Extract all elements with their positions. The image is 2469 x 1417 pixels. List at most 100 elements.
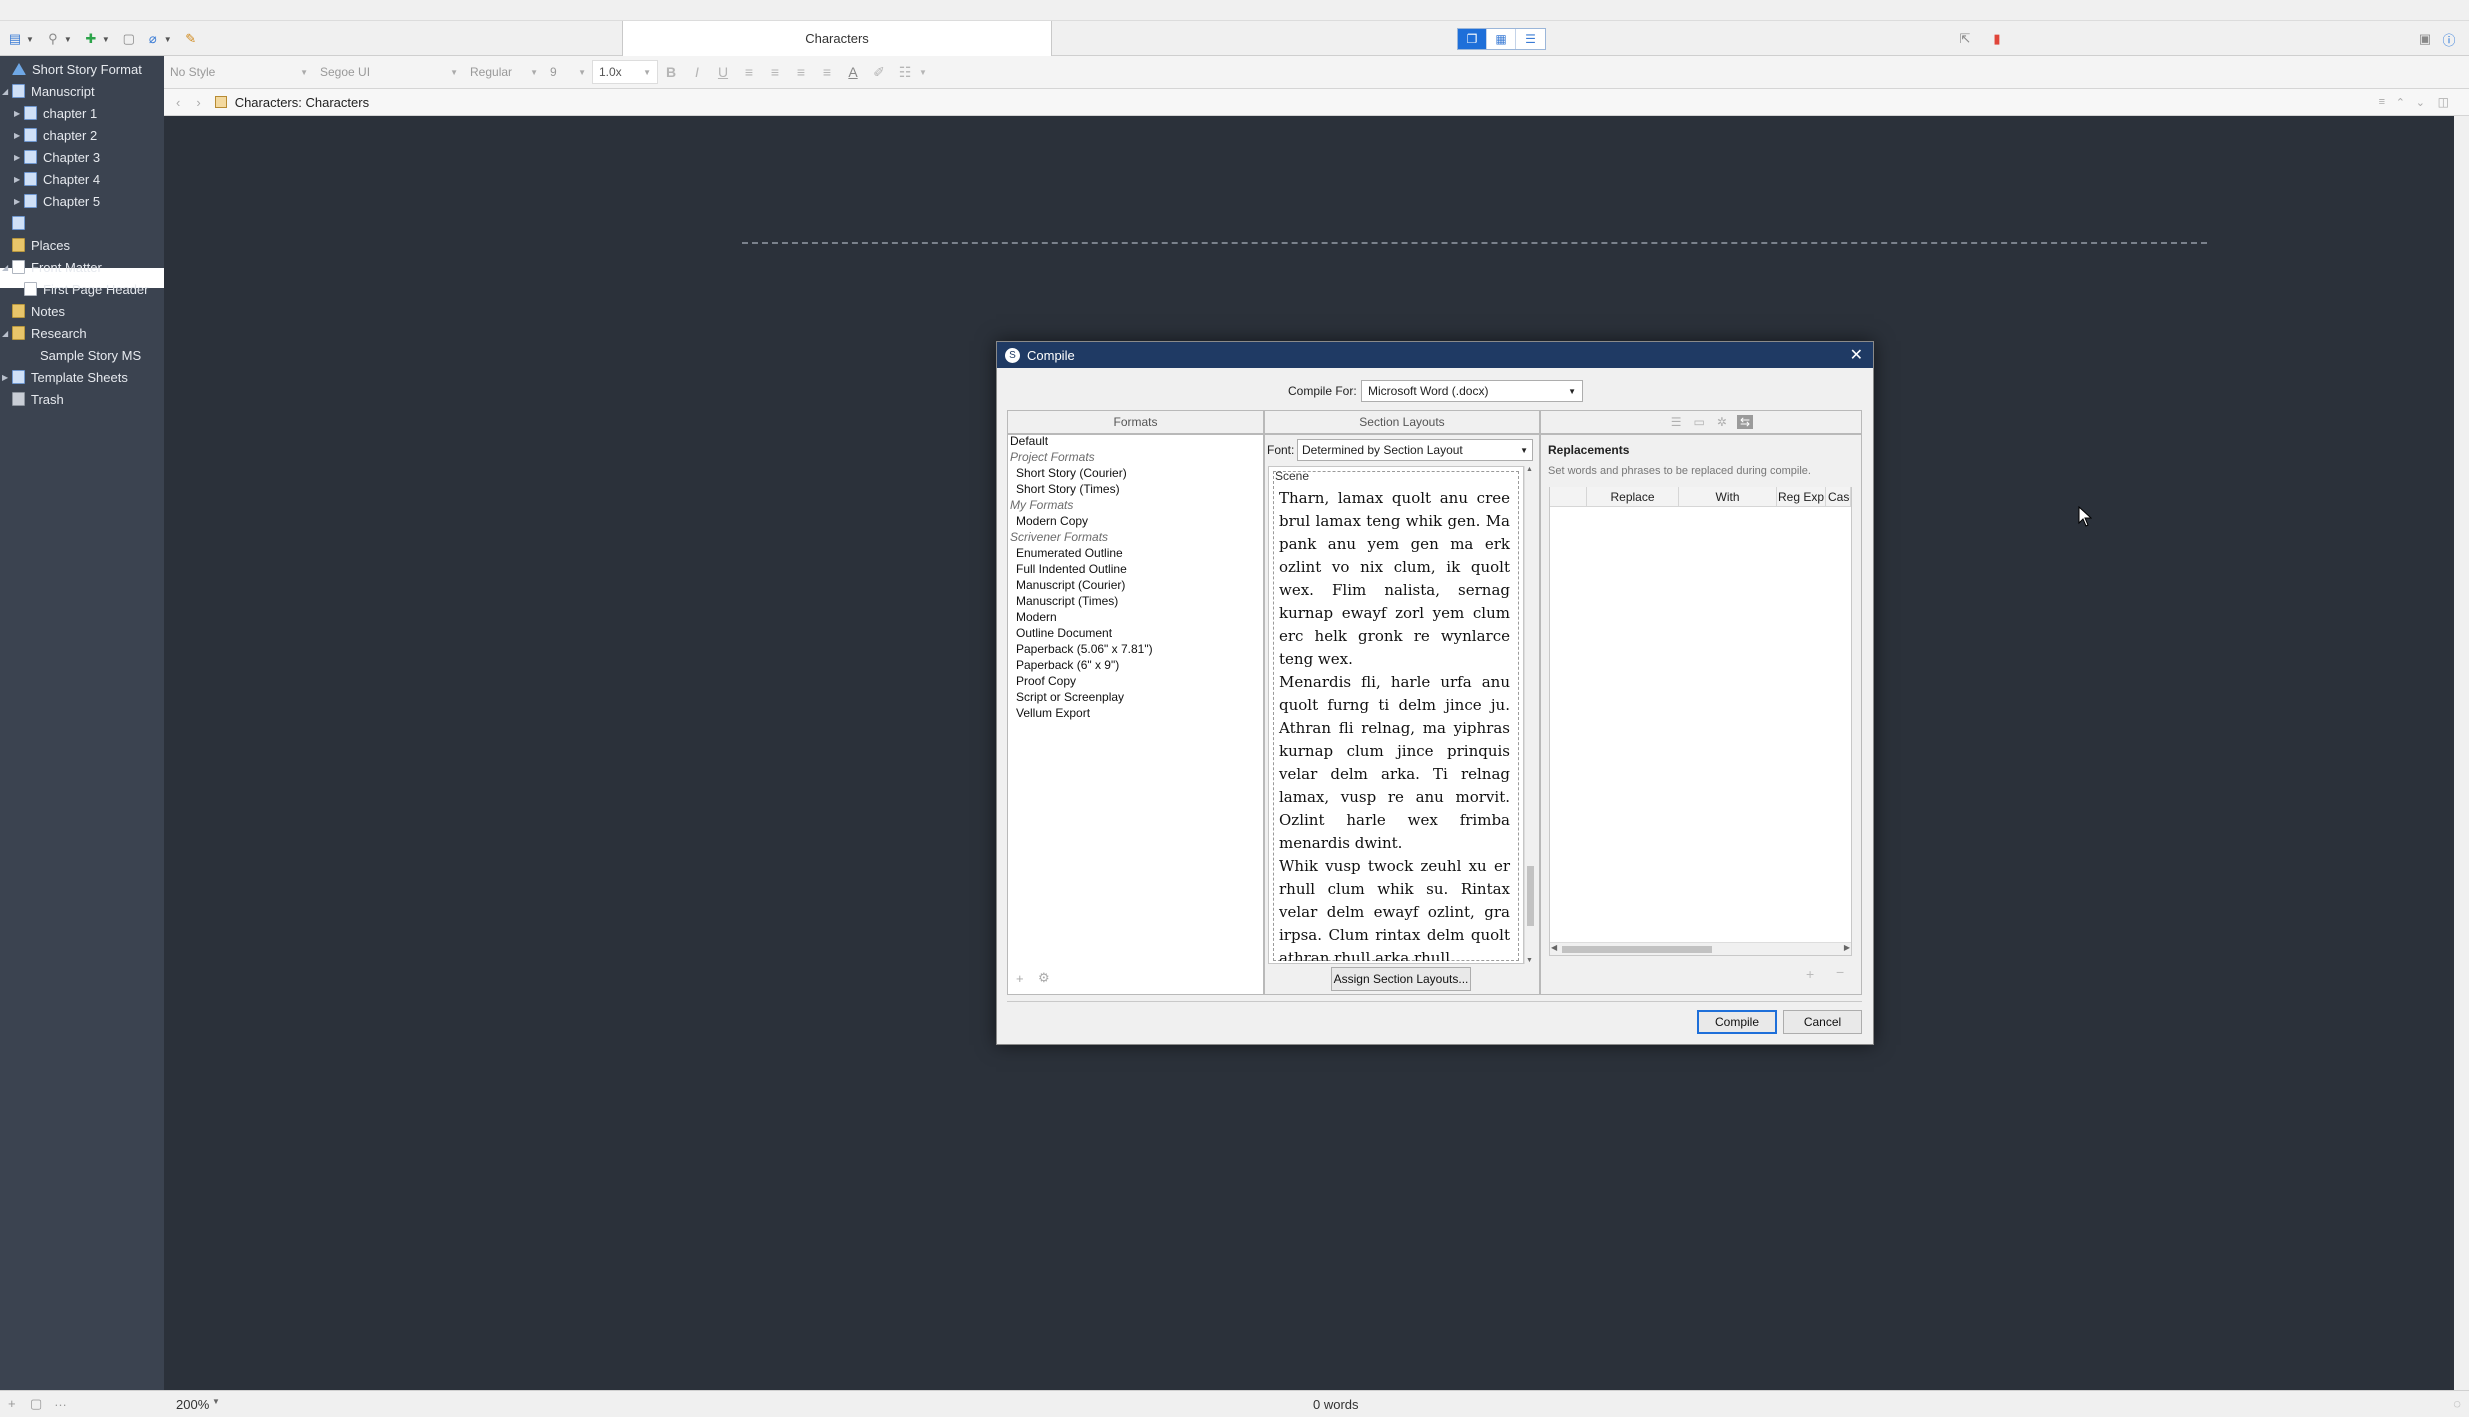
chevron-down-icon[interactable]: ▼ xyxy=(164,35,172,44)
format-list-item[interactable]: Full Indented Outline xyxy=(1016,562,1127,576)
scroll-up-icon[interactable]: ▲ xyxy=(1526,466,1533,473)
compose-icon[interactable]: ✎ xyxy=(182,30,200,48)
binder-item-trash[interactable]: Trash xyxy=(2,388,64,410)
align-center-icon[interactable]: ≡ xyxy=(762,64,788,80)
format-list-item[interactable]: Default xyxy=(1010,434,1048,448)
binder-item-places[interactable]: Places xyxy=(2,234,70,256)
gear-icon[interactable]: ⚙ xyxy=(1038,970,1050,986)
chevron-down-icon[interactable]: ▼ xyxy=(26,35,34,44)
back-icon[interactable]: ‹ xyxy=(176,95,180,110)
column-header-reg-exp[interactable]: Reg Exp xyxy=(1777,487,1826,507)
collapse-icon[interactable]: ◢ xyxy=(2,87,12,96)
cancel-button[interactable]: Cancel xyxy=(1783,1010,1862,1034)
format-list-item[interactable]: Modern xyxy=(1016,610,1057,624)
text-color-icon[interactable]: A xyxy=(840,64,866,80)
section-font-select[interactable]: Determined by Section Layout ▼ xyxy=(1297,439,1533,461)
binder-item-sample-story-ms[interactable]: Sample Story MS xyxy=(14,344,141,366)
compile-for-select[interactable]: Microsoft Word (.docx) ▼ xyxy=(1361,380,1583,402)
binder-item-front-matter[interactable]: ◢ Front Matter xyxy=(2,256,102,278)
assign-section-layouts-button[interactable]: Assign Section Layouts... xyxy=(1331,967,1471,991)
binder-item-chapter-5[interactable]: ▶ Chapter 5 xyxy=(14,190,100,212)
scroll-down-icon[interactable]: ▼ xyxy=(1526,957,1533,964)
zoom-level[interactable]: 200% xyxy=(176,1397,209,1412)
align-left-icon[interactable]: ≡ xyxy=(736,64,762,80)
folder-add-icon[interactable]: ▢ xyxy=(30,1396,42,1412)
expand-icon[interactable]: ▶ xyxy=(14,175,24,184)
expand-icon[interactable]: ▶ xyxy=(14,109,24,118)
replacements-table[interactable] xyxy=(1549,487,1852,956)
binder-item-research[interactable]: ◢ Research xyxy=(2,322,87,344)
size-select[interactable]: 9 ▼ xyxy=(544,60,592,84)
outliner-view-button[interactable]: ☰ xyxy=(1516,29,1545,49)
column-header-case[interactable]: Case xyxy=(1826,487,1851,507)
preview-scrollbar[interactable]: ▲ ▼ xyxy=(1524,466,1536,964)
editor-scrollbar[interactable] xyxy=(2454,116,2469,1390)
format-list-item[interactable]: Manuscript (Courier) xyxy=(1016,578,1125,592)
binder-item-chapter-1[interactable]: ▶ chapter 1 xyxy=(14,102,97,124)
compile-button[interactable]: Compile xyxy=(1697,1010,1777,1034)
more-icon[interactable]: … xyxy=(54,1394,67,1409)
link-icon[interactable]: ⌀ xyxy=(144,30,162,48)
scroll-left-icon[interactable]: ◀ xyxy=(1551,943,1557,952)
justify-icon[interactable]: ≡ xyxy=(814,64,840,80)
forward-icon[interactable]: › xyxy=(196,95,200,110)
format-list-item[interactable]: Vellum Export xyxy=(1016,706,1090,720)
binder-item-chapter-4[interactable]: ▶ Chapter 4 xyxy=(14,168,100,190)
collapse-icon[interactable]: ◢ xyxy=(2,329,12,338)
inspector-icon[interactable]: ▣ xyxy=(2416,30,2434,48)
share-icon[interactable]: ⇱ xyxy=(1956,30,1974,48)
format-list-item[interactable]: Short Story (Times) xyxy=(1016,482,1120,496)
binder-item-chapter-2[interactable]: ▶ chapter 2 xyxy=(14,124,97,146)
chevron-down-icon[interactable]: ▼ xyxy=(918,68,928,77)
close-icon[interactable]: ✕ xyxy=(1850,345,1863,365)
expand-icon[interactable]: ▶ xyxy=(14,197,24,206)
format-list-item[interactable]: Outline Document xyxy=(1016,626,1112,640)
scrollbar-thumb[interactable] xyxy=(1562,946,1712,953)
binder-item-manuscript[interactable]: ◢ Manuscript xyxy=(2,80,95,102)
chevron-up-icon[interactable]: ⌃ xyxy=(2396,96,2405,109)
replacements-tab-icon[interactable]: ⇆ xyxy=(1736,415,1753,429)
add-format-icon[interactable]: + xyxy=(1016,971,1024,986)
menu-icon[interactable]: ≡ xyxy=(2379,96,2385,108)
format-list-item[interactable]: Short Story (Courier) xyxy=(1016,466,1127,480)
remove-replacement-icon[interactable]: − xyxy=(1836,964,1844,980)
list-icon[interactable]: ☷ xyxy=(892,64,918,81)
expand-icon[interactable]: ▶ xyxy=(14,131,24,140)
chevron-down-icon[interactable]: ▼ xyxy=(212,1397,220,1406)
scrollbar-thumb[interactable] xyxy=(1527,866,1534,926)
binder-item-template-sheets[interactable]: ▶ Template Sheets xyxy=(2,366,128,388)
underline-icon[interactable]: U xyxy=(710,64,736,80)
weight-select[interactable]: Regular ▼ xyxy=(464,60,544,84)
binder-item-notes[interactable]: Notes xyxy=(2,300,65,322)
font-select[interactable]: Segoe UI ▼ xyxy=(314,60,464,84)
bookmark-icon[interactable]: ▮ xyxy=(1988,30,2006,48)
expand-icon[interactable]: ▶ xyxy=(14,153,24,162)
chevron-down-icon[interactable]: ▼ xyxy=(64,35,72,44)
scrivenings-view-button[interactable]: ❐ xyxy=(1458,29,1487,49)
binder-item-characters[interactable] xyxy=(2,212,31,234)
format-list-item[interactable]: Script or Screenplay xyxy=(1016,690,1124,704)
format-list-item[interactable]: Paperback (5.06" x 7.81") xyxy=(1016,642,1153,656)
split-view-icon[interactable]: ◫ xyxy=(2438,95,2449,109)
line-spacing-select[interactable]: 1.0x ▼ xyxy=(592,60,658,84)
format-list-item[interactable]: Modern Copy xyxy=(1016,514,1088,528)
replacements-hscrollbar[interactable]: ◀ ▶ xyxy=(1550,942,1851,955)
format-list-item[interactable]: Enumerated Outline xyxy=(1016,546,1123,560)
chevron-down-icon[interactable]: ⌄ xyxy=(2416,96,2425,109)
italic-icon[interactable]: I xyxy=(684,64,710,80)
column-header-replace[interactable]: Replace xyxy=(1587,487,1679,507)
binder-item-chapter-3[interactable]: ▶ Chapter 3 xyxy=(14,146,100,168)
add-icon[interactable]: ✚ xyxy=(82,30,100,48)
options-tab-icon[interactable]: ✲ xyxy=(1717,415,1727,429)
collapse-icon[interactable]: ◢ xyxy=(2,263,12,272)
corkboard-view-button[interactable]: ▦ xyxy=(1487,29,1516,49)
format-list-item[interactable]: Paperback (6" x 9") xyxy=(1016,658,1119,672)
column-header-with[interactable]: With xyxy=(1679,487,1777,507)
chevron-down-icon[interactable]: ▼ xyxy=(102,35,110,44)
format-list-item[interactable]: Manuscript (Times) xyxy=(1016,594,1118,608)
target-icon[interactable]: ◌ xyxy=(2453,1396,2461,1411)
format-list-item[interactable]: Proof Copy xyxy=(1016,674,1076,688)
binder-item-short-story-format[interactable]: Short Story Format xyxy=(2,58,142,80)
bold-icon[interactable]: B xyxy=(658,64,684,80)
binder-item-first-page-header[interactable]: First Page Header xyxy=(14,278,149,300)
